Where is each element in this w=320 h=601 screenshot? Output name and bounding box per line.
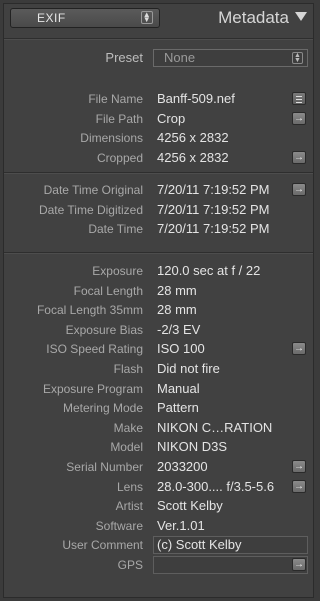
field-value: Ver.1.01 bbox=[157, 517, 205, 533]
stepper-icon: ▲ ▼ bbox=[292, 52, 303, 64]
field-value: 4256 x 2832 bbox=[157, 130, 229, 146]
metadata-row-date-time-original: Date Time Original 7/20/11 7:19:52 PM → bbox=[4, 181, 313, 200]
field-label: Software bbox=[95, 518, 143, 533]
field-value: 7/20/11 7:19:52 PM bbox=[157, 221, 270, 237]
metadata-row-user-comment: User Comment (c) Scott Kelby bbox=[4, 536, 313, 555]
field-label: Date Time bbox=[88, 222, 143, 237]
field-label: GPS bbox=[117, 558, 143, 572]
field-label: Exposure Bias bbox=[65, 322, 143, 337]
field-label: ISO Speed Rating bbox=[46, 342, 143, 357]
field-label: Lens bbox=[116, 479, 143, 494]
metadata-row-metering-mode: Metering Mode Pattern bbox=[4, 399, 313, 418]
metadata-row-artist: Artist Scott Kelby bbox=[4, 497, 313, 516]
field-value: ISO 100 bbox=[157, 341, 205, 357]
go-arrow-icon[interactable]: → bbox=[292, 150, 306, 164]
go-arrow-icon[interactable]: → bbox=[292, 183, 306, 196]
metadata-row-serial-number: Serial Number 2033200 → bbox=[4, 458, 313, 477]
metadata-row-model: Model NIKON D3S bbox=[4, 438, 313, 457]
field-value: 28.0-300.... f/3.5-5.6 bbox=[157, 478, 275, 494]
section-divider bbox=[4, 172, 313, 174]
metadata-view-select[interactable]: EXIF ▲ ▼ bbox=[10, 8, 160, 28]
field-value: 28 mm bbox=[157, 302, 197, 318]
field-value: 28 mm bbox=[157, 282, 197, 298]
go-arrow-icon[interactable]: → bbox=[292, 342, 306, 356]
metadata-row-lens: Lens 28.0-300.... f/3.5-5.6 → bbox=[4, 478, 313, 497]
metadata-row-cropped: Cropped 4256 x 2832 → bbox=[4, 149, 313, 168]
panel-header: EXIF ▲ ▼ Metadata bbox=[4, 4, 313, 34]
field-value: -2/3 EV bbox=[157, 321, 201, 337]
field-value: NIKON D3S bbox=[157, 439, 228, 455]
metadata-row-exposure-program: Exposure Program Manual bbox=[4, 380, 313, 399]
list-icon[interactable] bbox=[292, 92, 306, 105]
metadata-row-focal-length-35mm: Focal Length 35mm 28 mm bbox=[4, 301, 313, 320]
field-label: Focal Length 35mm bbox=[36, 303, 143, 318]
preset-select[interactable]: None ▲ ▼ bbox=[153, 49, 308, 67]
preset-label: Preset bbox=[105, 50, 143, 65]
field-label: Serial Number bbox=[66, 460, 143, 474]
field-label: Flash bbox=[113, 362, 143, 376]
field-value: Crop bbox=[157, 110, 186, 126]
field-value: 4256 x 2832 bbox=[157, 149, 229, 165]
go-arrow-icon[interactable]: → bbox=[292, 460, 306, 473]
field-label: Focal Length bbox=[73, 283, 143, 298]
field-value: 7/20/11 7:19:52 PM bbox=[157, 201, 270, 217]
field-value: 2033200 bbox=[157, 459, 208, 474]
field-label: Model bbox=[110, 440, 143, 455]
field-value: Did not fire bbox=[157, 361, 220, 376]
metadata-row-file-path: File Path Crop → bbox=[4, 110, 313, 129]
metadata-row-exposure: Exposure 120.0 sec at f / 22 bbox=[4, 262, 313, 281]
metadata-row-dimensions: Dimensions 4256 x 2832 bbox=[4, 129, 313, 148]
panel-title[interactable]: Metadata bbox=[218, 8, 289, 28]
field-value: Scott Kelby bbox=[157, 498, 223, 514]
field-label: Make bbox=[113, 420, 143, 435]
field-label: Metering Mode bbox=[62, 401, 143, 416]
field-value: 120.0 sec at f / 22 bbox=[157, 263, 261, 278]
section-divider bbox=[4, 38, 313, 40]
field-label: User Comment bbox=[62, 538, 143, 553]
field-label: Exposure Program bbox=[42, 381, 143, 396]
metadata-row-make: Make NIKON C…RATION bbox=[4, 419, 313, 438]
metadata-row-gps: GPS → bbox=[4, 556, 313, 575]
preset-value: None bbox=[164, 50, 196, 65]
field-label: Cropped bbox=[96, 150, 143, 165]
field-input-gps[interactable] bbox=[153, 556, 308, 574]
metadata-row-date-time-digitized: Date Time Digitized 7/20/11 7:19:52 PM bbox=[4, 201, 313, 220]
field-label: Exposure bbox=[92, 264, 143, 278]
metadata-row-software: Software Ver.1.01 bbox=[4, 517, 313, 536]
field-value[interactable]: (c) Scott Kelby bbox=[157, 537, 242, 552]
field-value: 7/20/11 7:19:52 PM bbox=[157, 182, 270, 197]
metadata-row-exposure-bias: Exposure Bias -2/3 EV bbox=[4, 321, 313, 340]
field-label: Dimensions bbox=[80, 131, 143, 146]
metadata-row-flash: Flash Did not fire bbox=[4, 360, 313, 379]
field-label: Artist bbox=[115, 499, 143, 514]
metadata-row-date-time: Date Time 7/20/11 7:19:52 PM bbox=[4, 220, 313, 239]
field-label: Date Time Original bbox=[43, 183, 143, 197]
field-value: Banff-509.nef bbox=[157, 91, 235, 106]
metadata-row-focal-length: Focal Length 28 mm bbox=[4, 282, 313, 301]
go-arrow-icon[interactable]: → bbox=[292, 111, 306, 125]
field-label: File Name bbox=[88, 92, 143, 106]
metadata-row-file-name: File Name Banff-509.nef bbox=[4, 90, 313, 109]
field-value: Manual bbox=[157, 380, 200, 396]
go-arrow-icon[interactable]: → bbox=[292, 558, 306, 571]
field-value: NIKON C…RATION bbox=[157, 419, 273, 435]
metadata-row-iso-speed-rating: ISO Speed Rating ISO 100 → bbox=[4, 340, 313, 359]
stepper-icon: ▲ ▼ bbox=[141, 10, 153, 24]
field-label: File Path bbox=[95, 111, 143, 126]
section-divider bbox=[4, 252, 313, 254]
metadata-panel: EXIF ▲ ▼ Metadata Preset None ▲ ▼ File Nam… bbox=[3, 3, 314, 598]
metadata-view-label: EXIF bbox=[37, 11, 66, 25]
preset-row: Preset None ▲ ▼ bbox=[4, 46, 313, 70]
collapse-triangle-icon[interactable] bbox=[295, 12, 307, 21]
field-value: Pattern bbox=[157, 400, 199, 416]
field-label: Date Time Digitized bbox=[38, 202, 143, 217]
go-arrow-icon[interactable]: → bbox=[292, 479, 306, 493]
